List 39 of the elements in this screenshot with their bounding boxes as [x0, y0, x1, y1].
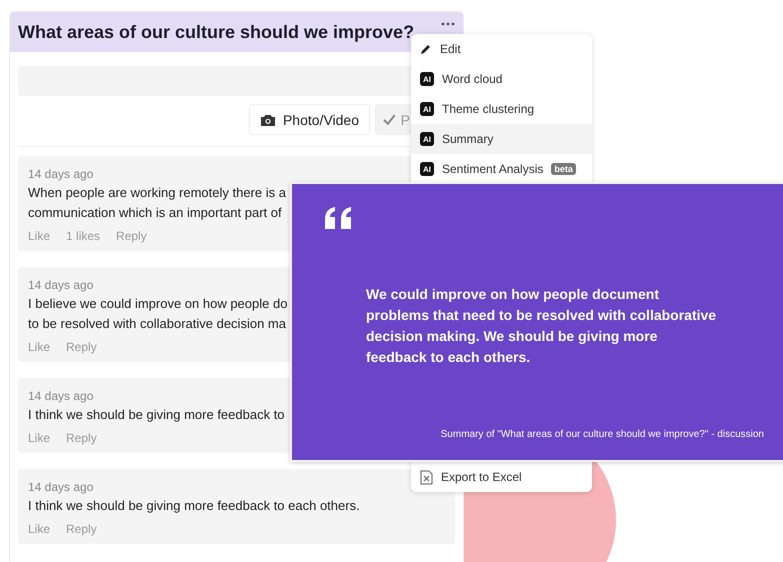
ai-icon: AI	[420, 102, 434, 116]
comment-action[interactable]: 1 likes	[66, 229, 100, 243]
camera-icon	[260, 112, 276, 126]
comment-action[interactable]: Like	[28, 229, 50, 243]
comment-action[interactable]: Like	[28, 431, 50, 445]
comment-time: 14 days ago	[28, 388, 94, 405]
menu-item[interactable]: Export to Excel	[411, 462, 592, 492]
pencil-icon	[420, 43, 432, 55]
check-icon	[383, 114, 396, 125]
ai-icon: AI	[420, 162, 434, 176]
comment-action[interactable]: Reply	[116, 229, 147, 243]
comment-time: 14 days ago	[28, 277, 94, 294]
comment-text: When people are working remotely there is a	[28, 185, 286, 200]
comment-action[interactable]: Reply	[66, 340, 97, 354]
menu-item[interactable]: AI Word cloud	[411, 64, 592, 94]
comment-text: communication which is an important part of	[28, 205, 282, 220]
comment-text: I think we should be giving more feedback to	[28, 407, 285, 422]
comment-action[interactable]: Reply	[66, 522, 97, 536]
comment-time: 14 days ago	[28, 166, 94, 183]
comment-action[interactable]: Like	[28, 522, 50, 536]
menu-item[interactable]: AI Summary	[411, 124, 592, 154]
spreadsheet-file-icon	[420, 470, 433, 484]
post-button[interactable]: P	[375, 104, 411, 135]
beta-badge: beta	[551, 163, 576, 175]
summary-caption: Summary of "What areas of our culture should we improve?" - discussion	[440, 429, 764, 440]
quote-icon	[325, 207, 353, 229]
ai-icon: AI	[420, 72, 434, 86]
photo-video-button[interactable]: Photo/Video	[248, 104, 370, 135]
menu-item[interactable]: AI Theme clustering	[411, 94, 592, 124]
ai-icon: AI	[420, 132, 434, 146]
summary-quote: We could improve on how people document problems that need to be resolved with collaborative decision making. We should be giving more feedback to each others.	[366, 285, 718, 367]
more-icon[interactable]	[441, 22, 455, 26]
comment-action[interactable]: Like	[28, 340, 50, 354]
comment-text: I think we should be giving more feedback to each others.	[28, 498, 360, 513]
comment-text: I believe we could improve on how people do	[28, 296, 288, 311]
menu-item[interactable]: AI Sentiment Analysis beta	[411, 154, 592, 184]
comment-action[interactable]: Reply	[66, 431, 97, 445]
comment-time: 14 days ago	[28, 479, 94, 496]
comment-text: to be resolved with collaborative decision ma	[28, 316, 286, 331]
